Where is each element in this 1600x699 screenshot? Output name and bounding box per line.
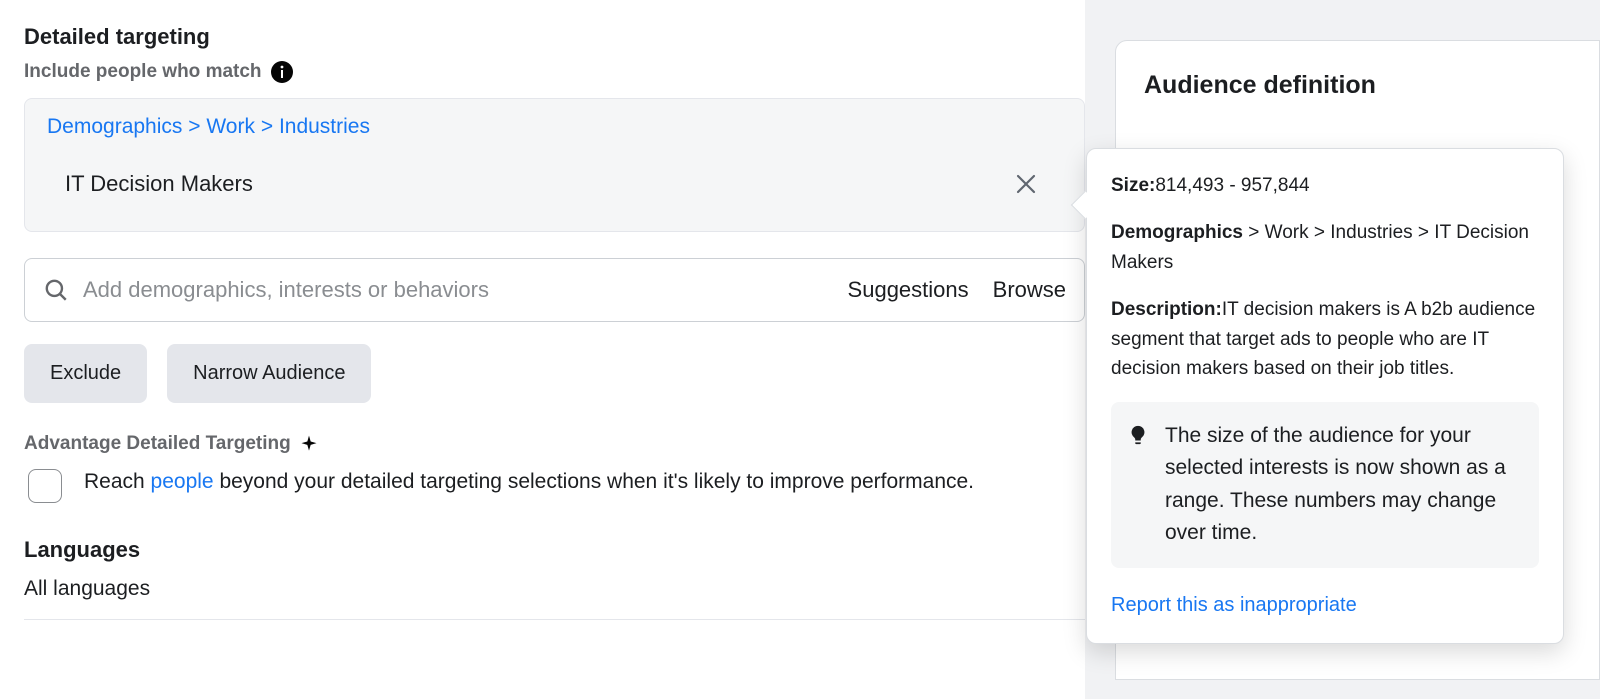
tooltip-desc-label: Description:	[1111, 299, 1222, 320]
people-link[interactable]: people	[151, 470, 214, 493]
targeting-chip: IT Decision Makers	[47, 153, 1062, 215]
breadcrumb-level2[interactable]: Work	[206, 115, 255, 138]
report-inappropriate-link[interactable]: Report this as inappropriate	[1111, 590, 1539, 621]
targeting-search-input[interactable]	[83, 277, 834, 303]
sparkle-icon	[299, 434, 319, 454]
narrow-audience-button[interactable]: Narrow Audience	[167, 344, 371, 403]
exclude-button[interactable]: Exclude	[24, 344, 147, 403]
breadcrumb-sep: >	[188, 115, 206, 138]
lightbulb-icon	[1127, 424, 1149, 446]
languages-value[interactable]: All languages	[24, 577, 1085, 601]
languages-title: Languages	[24, 537, 1085, 563]
tooltip-tip-text: The size of the audience for your select…	[1165, 420, 1523, 550]
browse-link[interactable]: Browse	[993, 277, 1066, 303]
tooltip-size-value: 814,493 - 957,844	[1155, 175, 1309, 196]
audience-definition-title: Audience definition	[1144, 71, 1571, 100]
advantage-targeting-description: Reach people beyond your detailed target…	[84, 465, 974, 499]
breadcrumb-sep: >	[261, 115, 279, 138]
targeting-chip-label: IT Decision Makers	[65, 171, 253, 197]
advantage-targeting-label: Advantage Detailed Targeting	[24, 433, 291, 455]
advantage-targeting-checkbox[interactable]	[28, 469, 62, 503]
adt-text-prefix: Reach	[84, 470, 151, 493]
targeting-breadcrumb[interactable]: Demographics > Work > Industries	[47, 115, 1062, 139]
info-icon[interactable]	[270, 60, 294, 84]
include-label: Include people who match	[24, 61, 262, 83]
divider	[24, 619, 1085, 620]
audience-tooltip: Size:814,493 - 957,844 Demographics > Wo…	[1086, 148, 1564, 644]
detailed-targeting-title: Detailed targeting	[24, 24, 1085, 50]
breadcrumb-level3[interactable]: Industries	[279, 115, 370, 138]
tooltip-path-label: Demographics	[1111, 222, 1243, 243]
breadcrumb-level1[interactable]: Demographics	[47, 115, 182, 138]
targeting-breadcrumb-box: Demographics > Work > Industries IT Deci…	[24, 98, 1085, 232]
search-icon	[43, 277, 69, 303]
tooltip-tip-box: The size of the audience for your select…	[1111, 402, 1539, 568]
remove-chip-icon[interactable]	[1014, 172, 1038, 196]
adt-text-suffix: beyond your detailed targeting selection…	[214, 470, 974, 493]
suggestions-link[interactable]: Suggestions	[848, 277, 969, 303]
tooltip-size-label: Size:	[1111, 175, 1155, 196]
targeting-search-row: Suggestions Browse	[24, 258, 1085, 322]
